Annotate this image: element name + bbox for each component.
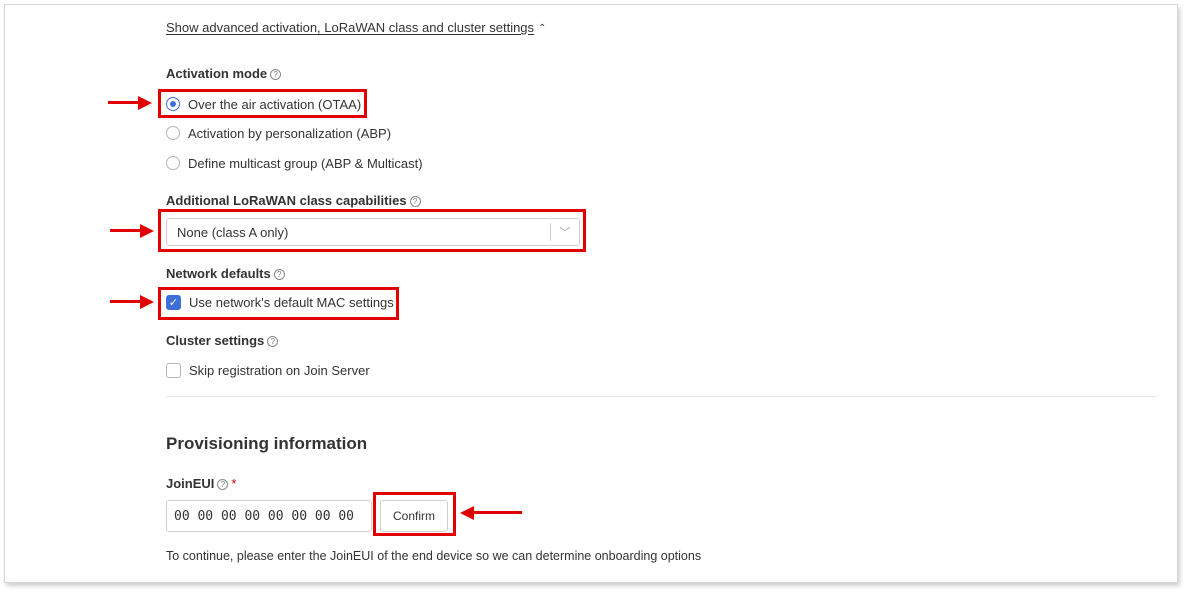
- help-icon[interactable]: ?: [217, 479, 229, 490]
- help-icon[interactable]: ?: [270, 69, 282, 80]
- joineui-hint: To continue, please enter the JoinEUI of…: [166, 549, 702, 563]
- help-icon[interactable]: ?: [273, 269, 285, 280]
- checkbox[interactable]: [166, 362, 181, 378]
- joineui-input[interactable]: [166, 500, 372, 532]
- radio-multicast[interactable]: Define multicast group (ABP & Multicast): [166, 153, 423, 173]
- annotation-highlight-mac-settings: [158, 287, 399, 320]
- cluster-settings-label: Cluster settings?: [166, 333, 279, 348]
- help-icon[interactable]: ?: [409, 196, 421, 207]
- activation-mode-label: Activation mode?: [166, 66, 282, 81]
- chevron-up-icon: ⌃: [538, 23, 547, 34]
- annotation-arrow-left-icon: [460, 506, 522, 520]
- provisioning-heading: Provisioning information: [166, 434, 368, 453]
- annotation-arrow-right-icon: [110, 295, 154, 309]
- annotation-arrow-right-icon: [110, 224, 154, 238]
- radio-button[interactable]: [166, 156, 180, 170]
- required-mark: *: [231, 476, 237, 491]
- annotation-highlight-otaa: [158, 89, 367, 118]
- advanced-settings-toggle[interactable]: Show advanced activation, LoRaWAN class …: [166, 20, 546, 35]
- joineui-label: JoinEUI? *: [166, 476, 237, 491]
- advanced-settings-toggle-label: Show advanced activation, LoRaWAN class …: [166, 20, 535, 35]
- skip-join-server-checkbox-row[interactable]: Skip registration on Join Server: [166, 360, 370, 380]
- annotation-arrow-right-icon: [108, 96, 152, 110]
- radio-abp[interactable]: Activation by personalization (ABP): [166, 123, 391, 143]
- annotation-highlight-confirm: [373, 492, 456, 536]
- radio-multicast-label: Define multicast group (ABP & Multicast): [188, 155, 423, 171]
- help-icon[interactable]: ?: [267, 336, 279, 347]
- network-defaults-label: Network defaults?: [166, 266, 285, 281]
- section-divider: [166, 396, 1156, 397]
- skip-join-server-label: Skip registration on Join Server: [189, 362, 370, 378]
- annotation-highlight-class-select: [158, 209, 586, 252]
- class-capabilities-label: Additional LoRaWAN class capabilities?: [166, 193, 421, 208]
- radio-button[interactable]: [166, 126, 180, 140]
- radio-abp-label: Activation by personalization (ABP): [188, 125, 392, 141]
